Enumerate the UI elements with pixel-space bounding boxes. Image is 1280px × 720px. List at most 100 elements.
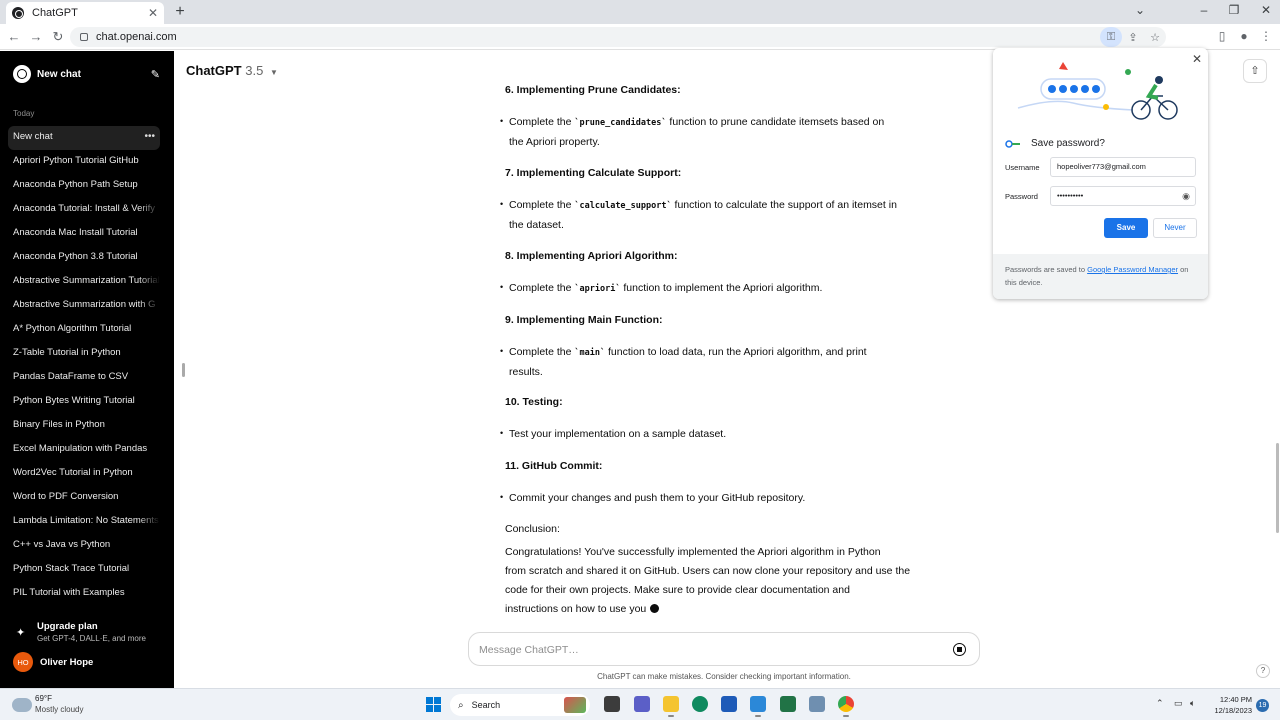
chat-history-item[interactable]: Apriori Python Tutorial GitHub: [8, 150, 160, 174]
list-item: Complete the `calculate_support` functio…: [500, 195, 897, 235]
user-menu[interactable]: HO Oliver Hope: [13, 652, 93, 672]
stop-generating-button[interactable]: [953, 643, 966, 656]
clock[interactable]: 12:40 PM 12/18/2023: [1208, 694, 1252, 716]
scrollbar[interactable]: [1276, 443, 1279, 533]
sidebar: New chat ✎ Today New chat ••• Apriori Pyt…: [0, 51, 174, 688]
help-button[interactable]: ?: [1256, 664, 1270, 678]
cloud-sun-icon: [12, 694, 32, 712]
chat-history-item[interactable]: Excel Manipulation with Pandas: [8, 438, 160, 462]
share-button[interactable]: ⇧: [1243, 59, 1267, 83]
chat-history-item[interactable]: PIL Tutorial with Examples: [8, 582, 160, 606]
chat-history-item[interactable]: Python Bytes Writing Tutorial: [8, 390, 160, 414]
model-selector[interactable]: ChatGPT 3.5 ▼: [186, 63, 278, 78]
minimize-icon[interactable]: –: [1194, 3, 1214, 17]
network-icon[interactable]: ▭: [1174, 698, 1183, 709]
chat-history-item[interactable]: Pandas DataFrame to CSV: [8, 366, 160, 390]
search-icon: ⌕: [458, 699, 464, 711]
store-icon[interactable]: [721, 696, 737, 712]
step-heading: 6. Implementing Prune Candidates:: [505, 84, 681, 96]
chat-history-item[interactable]: C++ vs Java vs Python: [8, 534, 160, 558]
side-panel-icon[interactable]: ▯: [1214, 29, 1230, 43]
url-text[interactable]: chat.openai.com: [96, 31, 177, 43]
upgrade-plan-button[interactable]: ✦ Upgrade plan Get GPT-4, DALL·E, and mo…: [16, 621, 166, 643]
profile-icon[interactable]: ●: [1236, 29, 1252, 43]
chat-history-item[interactable]: A* Python Algorithm Tutorial: [8, 318, 160, 342]
chat-history-item[interactable]: Anaconda Tutorial: Install & Verify: [8, 198, 160, 222]
search-label: Search: [471, 700, 501, 710]
password-field[interactable]: •••••••••• ◉: [1050, 186, 1196, 206]
disclaimer: ChatGPT can make mistakes. Consider chec…: [597, 672, 851, 681]
tab-close-icon[interactable]: ✕: [148, 6, 158, 20]
notification-badge[interactable]: 19: [1256, 699, 1269, 712]
never-button[interactable]: Never: [1153, 218, 1197, 238]
reload-icon[interactable]: ↻: [50, 29, 66, 45]
password-illustration: [1017, 62, 1178, 120]
address-bar[interactable]: chat.openai.com ⚿ ⇪ ☆: [70, 27, 1166, 47]
close-icon[interactable]: ✕: [1192, 52, 1202, 66]
chat-history-item[interactable]: Lambda Limitation: No Statements: [8, 510, 160, 534]
chat-history-item[interactable]: Anaconda Mac Install Tutorial: [8, 222, 160, 246]
file-explorer-icon[interactable]: [663, 696, 679, 717]
key-icon: [1005, 140, 1020, 148]
task-view-icon[interactable]: [604, 696, 620, 712]
username-field[interactable]: hopeoliver773@gmail.com: [1050, 157, 1196, 177]
window-close-icon[interactable]: ✕: [1256, 3, 1276, 17]
upgrade-subtitle: Get GPT-4, DALL·E, and more: [37, 634, 146, 643]
bookmark-star-icon[interactable]: ☆: [1144, 27, 1166, 47]
new-tab-icon[interactable]: +: [172, 2, 188, 22]
conclusion-text: Congratulations! You've successfully imp…: [505, 546, 911, 615]
vscode-icon[interactable]: [750, 696, 766, 717]
chat-history-item[interactable]: Abstractive Summarization with G: [8, 294, 160, 318]
chat-history-item[interactable]: Binary Files in Python: [8, 414, 160, 438]
dialog-footer: Passwords are saved to Google Password M…: [993, 254, 1208, 299]
step-heading: 9. Implementing Main Function:: [505, 314, 663, 326]
taskbar: 69°F Mostly cloudy ⌕ Search ⌃ ▭ 🔈︎ 12:40…: [0, 688, 1280, 720]
browser-menu-icon[interactable]: ⋮: [1258, 29, 1274, 43]
more-options-icon[interactable]: •••: [144, 126, 155, 148]
step-heading: 8. Implementing Apriori Algorithm:: [505, 250, 678, 262]
share-page-icon[interactable]: ⇪: [1122, 27, 1144, 47]
password-key-icon[interactable]: ⚿: [1100, 27, 1122, 47]
eye-icon[interactable]: ◉: [1182, 187, 1190, 205]
save-password-dialog: ✕ Save password? Username hopeoliver773@…: [993, 48, 1208, 299]
chatgpt-favicon-icon: [12, 7, 24, 19]
snipping-tool-icon[interactable]: [809, 696, 825, 712]
start-button-icon[interactable]: [426, 697, 441, 712]
search-highlight-icon: [564, 697, 586, 713]
sparkle-icon: ✦: [16, 627, 26, 639]
maximize-icon[interactable]: ❐: [1224, 3, 1244, 17]
message-input[interactable]: [479, 641, 919, 659]
chat-history-item[interactable]: Word to PDF Conversion: [8, 486, 160, 510]
forward-icon[interactable]: →: [28, 29, 44, 45]
volume-icon[interactable]: 🔈︎: [1190, 698, 1195, 709]
save-button[interactable]: Save: [1104, 218, 1148, 238]
site-info-icon[interactable]: [80, 33, 88, 41]
teams-icon[interactable]: [634, 696, 650, 712]
chrome-icon[interactable]: [838, 696, 854, 717]
edge-icon[interactable]: [692, 696, 708, 712]
taskbar-search[interactable]: ⌕ Search: [450, 694, 590, 716]
clock-time: 12:40 PM: [1219, 695, 1252, 704]
chat-history-item[interactable]: Z-Table Tutorial in Python: [8, 342, 160, 366]
compose-icon[interactable]: ✎: [151, 68, 160, 81]
chat-history-item[interactable]: Anaconda Python 3.8 Tutorial: [8, 246, 160, 270]
chat-history-item[interactable]: Abstractive Summarization Tutorial: [8, 270, 160, 294]
conclusion-label: Conclusion:: [505, 523, 560, 535]
message-composer[interactable]: [468, 632, 980, 666]
chat-history-item[interactable]: Word2Vec Tutorial in Python: [8, 462, 160, 486]
chat-history-item[interactable]: Anaconda Python Path Setup: [8, 174, 160, 198]
list-item: Commit your changes and push them to you…: [500, 488, 805, 508]
excel-icon[interactable]: [780, 696, 796, 712]
chat-history-item[interactable]: Python Stack Trace Tutorial: [8, 558, 160, 582]
chevron-down-icon: ▼: [269, 68, 278, 77]
browser-tab[interactable]: ChatGPT ✕: [6, 2, 164, 24]
sidebar-collapse-handle[interactable]: [182, 363, 185, 377]
weather-widget[interactable]: 69°F Mostly cloudy: [12, 694, 83, 715]
password-manager-link[interactable]: Google Password Manager: [1087, 265, 1178, 274]
openai-logo-icon: [13, 65, 31, 83]
chevron-up-icon[interactable]: ⌃: [1156, 698, 1164, 709]
chat-history-item[interactable]: New chat •••: [8, 126, 160, 150]
new-chat-button[interactable]: New chat ✎: [8, 63, 160, 85]
back-icon[interactable]: ←: [6, 29, 22, 45]
tab-search-icon[interactable]: ⌄: [1130, 3, 1150, 17]
